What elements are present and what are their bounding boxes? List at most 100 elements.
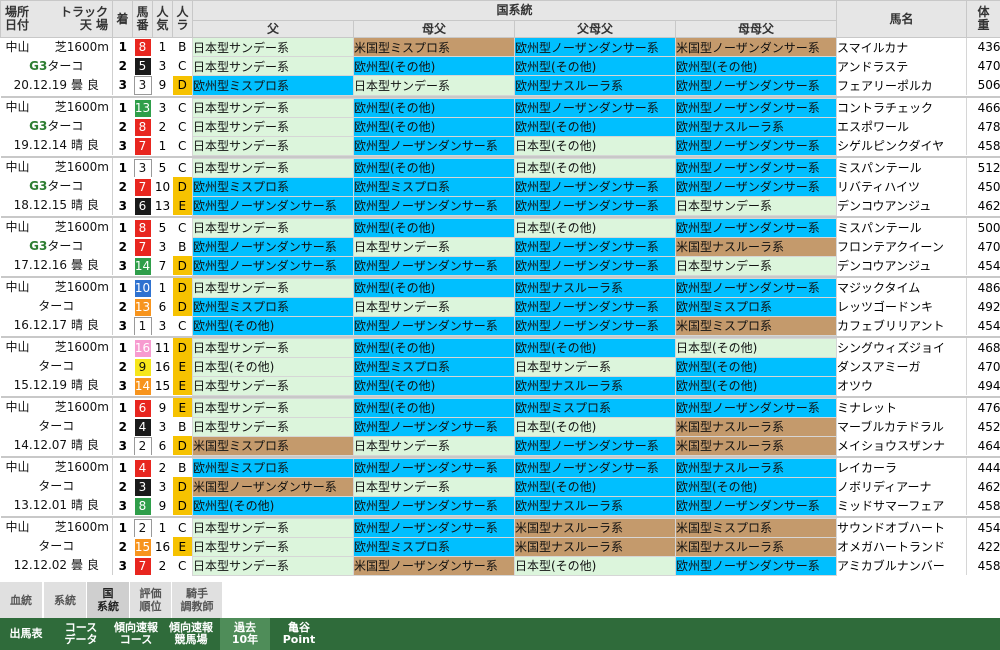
table-row[interactable]: 2 8 2 C 日本型サンデー系 欧州型(その他) 欧州型(その他) 欧州型ナスルーラ系 エスポ… — [1, 116, 1000, 137]
horse-weight: 454 — [966, 256, 1000, 275]
horse-name[interactable]: カフェブリリアント — [836, 316, 967, 335]
table-row[interactable]: 3 8 9 D 欧州型(その他) 欧州型ノーザンダンサー系 欧州型ナスルーラ系 欧州型ノーザン… — [1, 495, 1000, 516]
table-row[interactable]: 3 1 3 C 欧州型(その他) 欧州型ノーザンダンサー系 欧州型ノーザンダンサー系 米国型ミ… — [1, 315, 1000, 336]
nav-label-2: 競馬場 — [174, 633, 208, 646]
horse-weight: 476 — [966, 398, 1000, 417]
race-date-weather: 18.12.15 晴 良 — [1, 196, 112, 215]
horse-name[interactable]: フロンテアクイーン — [836, 237, 967, 256]
finish-position: 3 — [118, 78, 127, 93]
table-row[interactable]: 2 15 16 E 日本型サンデー系 欧州型ミスプロ系 米国型ナスルーラ系 米国型ナスルーラ系… — [1, 536, 1000, 557]
popularity: 2 — [158, 460, 167, 475]
race-date: 19.12.14 — [13, 138, 68, 152]
finish-position: 3 — [118, 198, 127, 213]
table-row[interactable]: 3 7 1 C 日本型サンデー系 欧州型ノーザンダンサー系 日本型(その他) 欧州型ノーザンダ… — [1, 135, 1000, 156]
table-row[interactable]: 3 6 13 E 欧州型ノーザンダンサー系 欧州型ノーザンダンサー系 欧州型ノーザンダンサー… — [1, 195, 1000, 216]
horse-name[interactable]: レッツゴードンキ — [836, 297, 967, 316]
nav-item-1[interactable]: コース データ — [55, 618, 107, 650]
race-info: 中山 芝1600m G3ターコ 19.12.14 晴 良 — [0, 98, 113, 155]
horse-name[interactable]: レイカーラ — [836, 458, 967, 477]
past-results-table: 場所 トラック 日付天 場 着 馬番 人気 人ラ 国系統 馬名 体重 父 母父 父… — [0, 0, 1000, 576]
horse-name[interactable]: ノボリディアーナ — [836, 477, 967, 496]
horse-name[interactable]: ミナレット — [836, 398, 967, 417]
table-row[interactable]: 2 5 3 C 日本型サンデー系 欧州型(その他) 欧州型(その他) 欧州型(その他) アンドラ… — [1, 56, 1000, 77]
lineage-dam-dam-sire: 欧州型ナスルーラ系 — [674, 457, 838, 478]
nav-item-2[interactable]: 傾向速報 コース — [110, 618, 162, 650]
lineage-sire-dam: 欧州型(その他) — [514, 116, 676, 137]
table-row[interactable]: 中山 芝1600m ターコ 13.12.01 晴 良 1 4 2 B 欧州型ミスプロ系 欧州型ノーザ… — [0, 457, 1000, 515]
race-grade-cond: G3ターコ — [1, 177, 112, 196]
table-row[interactable]: 中山 芝1600m ターコ 14.12.07 晴 良 1 6 9 E 日本型サンデー系 欧州型(その… — [0, 397, 1000, 455]
tab-2[interactable]: 国系統 — [87, 582, 129, 618]
running-style: B — [172, 37, 193, 57]
horse-name[interactable]: リバティハイツ — [836, 177, 967, 196]
horse-name[interactable]: シゲルピンクダイヤ — [836, 136, 967, 155]
table-row[interactable]: 中山 芝1600m ターコ 15.12.19 晴 良 1 16 11 D 日本型サンデー系 欧州型(… — [0, 337, 1000, 395]
table-row[interactable]: 3 14 7 D 欧州型ノーザンダンサー系 欧州型ノーザンダンサー系 欧州型ノーザンダンサー… — [1, 255, 1000, 276]
lineage-damsire: 欧州型ノーザンダンサー系 — [353, 416, 515, 437]
lineage-sire: 日本型サンデー系 — [192, 217, 354, 238]
horse-name[interactable]: アミカブルナンバー — [836, 556, 967, 575]
horse-name[interactable]: シングウィズジョイ — [836, 338, 967, 357]
nav-item-4[interactable]: 過去 10年 — [220, 618, 270, 650]
table-row[interactable]: 中山 芝1600m ターコ 16.12.17 晴 良 1 10 1 D 日本型サンデー系 欧州型(そ… — [0, 277, 1000, 335]
tab-3[interactable]: 評価 順位 — [130, 582, 171, 618]
horse-number: 8 — [134, 118, 151, 136]
nav-item-3[interactable]: 傾向速報 競馬場 — [165, 618, 217, 650]
table-row[interactable]: 2 13 6 D 欧州型ミスプロ系 日本型サンデー系 欧州型ノーザンダンサー系 欧州型ミスプロ… — [1, 296, 1000, 317]
table-row[interactable]: 3 3 9 D 欧州型ミスプロ系 日本型サンデー系 欧州型ナスルーラ系 欧州型ノーザンダンサー… — [1, 75, 1000, 96]
horse-name[interactable]: メイショウスザンナ — [836, 436, 967, 455]
lineage-sire-dam: 日本型(その他) — [514, 416, 676, 437]
table-row[interactable]: 3 7 2 C 日本型サンデー系 米国型ノーザンダンサー系 日本型(その他) 欧州型ノーザンダ… — [1, 555, 1000, 576]
horse-name[interactable]: フェアリーポルカ — [836, 75, 967, 95]
tab-0[interactable]: 血統 — [0, 582, 42, 618]
table-row[interactable]: 3 2 6 D 米国型ミスプロ系 日本型サンデー系 欧州型ノーザンダンサー系 米国型ナスルーラ… — [1, 435, 1000, 456]
horse-name[interactable]: ミスパンテール — [836, 218, 967, 237]
horse-name[interactable]: ミッドサマーフェア — [836, 496, 967, 515]
table-row[interactable]: 中山 芝1600m G3ターコ 20.12.19 曇 良 1 8 1 B 日本型サンデー系 米国型ミ… — [0, 36, 1000, 95]
horse-name[interactable]: オメガハートランド — [836, 537, 967, 556]
horse-name[interactable]: ダンスアミーガ — [836, 357, 967, 376]
horse-name[interactable]: コントラチェック — [836, 98, 967, 117]
horse-number-cell: 2 — [133, 436, 153, 455]
horse-name[interactable]: スマイルカナ — [836, 37, 967, 57]
header-style: 人ラ — [172, 0, 193, 38]
lineage-dam-dam-sire: 欧州型(その他) — [674, 476, 838, 497]
table-row[interactable]: 中山 芝1600m G3ターコ 19.12.14 晴 良 1 13 3 C 日本型サンデー系 欧州型… — [0, 97, 1000, 155]
horse-name[interactable]: サウンドオブハート — [836, 518, 967, 537]
horse-name[interactable]: アンドラステ — [836, 56, 967, 76]
tab-label: 評価 — [139, 587, 162, 600]
table-row[interactable]: 3 14 15 E 日本型サンデー系 欧州型(その他) 欧州型ナスルーラ系 欧州型(その他) オ… — [1, 375, 1000, 396]
horse-name[interactable]: オツウ — [836, 376, 967, 395]
lineage-sire: 日本型サンデー系 — [192, 517, 354, 538]
tab-1[interactable]: 系統 — [44, 582, 86, 618]
table-row[interactable]: 2 7 3 B 欧州型ノーザンダンサー系 日本型サンデー系 欧州型ノーザンダンサー系 米国型ナ… — [1, 236, 1000, 257]
table-row[interactable]: 中山 芝1600m G3ターコ 18.12.15 晴 良 1 3 5 C 日本型サンデー系 欧州型(… — [0, 157, 1000, 215]
nav-item-0[interactable]: 出馬表 — [0, 618, 52, 650]
bottom-nav: 出馬表 コース データ 傾向速報 コース 傾向速報 競馬場 過去 10年 亀谷 Point — [0, 618, 1000, 650]
table-row[interactable]: 中山 芝1600m G3ターコ 17.12.16 曇 良 1 8 5 C 日本型サンデー系 欧州型(… — [0, 217, 1000, 275]
race-grade-cond: G3ターコ — [1, 237, 112, 256]
horse-name[interactable]: マジックタイム — [836, 278, 967, 297]
horse-name[interactable]: ミスパンテール — [836, 158, 967, 177]
lineage-dam-dam-sire: 米国型ミスプロ系 — [674, 315, 838, 336]
table-row[interactable]: 中山 芝1600m ターコ 12.12.02 曇 良 1 2 1 C 日本型サンデー系 欧州型ノーザ… — [0, 517, 1000, 575]
table-row[interactable]: 2 7 10 D 欧州型ミスプロ系 欧州型ミスプロ系 欧州型ノーザンダンサー系 欧州型ノーザン… — [1, 176, 1000, 197]
table-row[interactable]: 2 4 3 B 日本型サンデー系 欧州型ノーザンダンサー系 日本型(その他) 米国型ナスルーラ… — [1, 416, 1000, 437]
horse-name[interactable]: デンコウアンジュ — [836, 256, 967, 275]
horse-name[interactable]: マーブルカテドラル — [836, 417, 967, 436]
popularity: 10 — [154, 179, 171, 194]
horse-number: 13 — [134, 298, 151, 316]
nav-item-5[interactable]: 亀谷 Point — [273, 618, 325, 650]
table-row[interactable]: 2 9 16 E 日本型(その他) 欧州型ミスプロ系 日本型サンデー系 欧州型(その他) ダンス… — [1, 356, 1000, 377]
horse-name[interactable]: エスポワール — [836, 117, 967, 136]
nav-label-2: Point — [282, 633, 316, 646]
horse-number: 4 — [134, 459, 151, 477]
finish-position: 1 — [118, 40, 127, 55]
race-weather: 曇 良 — [71, 78, 99, 92]
race-venue-course: 中山 芝1600m — [1, 38, 112, 57]
table-row[interactable]: 2 3 3 D 米国型ノーザンダンサー系 日本型サンデー系 欧州型(その他) 欧州型(その他)… — [1, 476, 1000, 497]
horse-name[interactable]: デンコウアンジュ — [836, 196, 967, 215]
tab-4[interactable]: 騎手 調教師 — [172, 582, 222, 618]
lineage-sire-dam: 欧州型ナスルーラ系 — [514, 75, 676, 96]
finish-position: 1 — [118, 340, 127, 355]
